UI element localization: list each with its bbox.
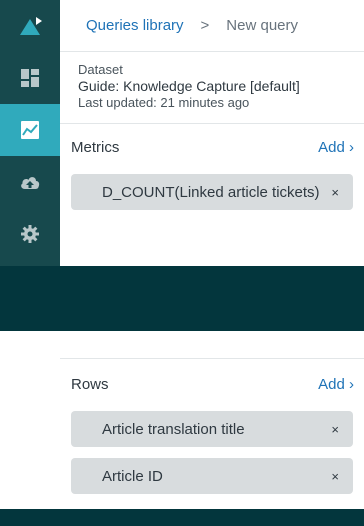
dataset-last-updated: Last updated: 21 minutes ago bbox=[78, 95, 250, 110]
sidebar-nav bbox=[0, 0, 60, 266]
footer-background bbox=[0, 509, 364, 526]
query-editor-panel: Queries library > New query Dataset Guid… bbox=[60, 0, 364, 266]
nav-item-queries[interactable] bbox=[0, 104, 60, 156]
dataset-name: Guide: Knowledge Capture [default] bbox=[78, 78, 300, 94]
close-icon[interactable]: × bbox=[331, 422, 339, 437]
logo-icon[interactable] bbox=[0, 0, 60, 52]
nav-item-dashboards[interactable] bbox=[0, 52, 60, 104]
row-pill-label: Article ID bbox=[102, 467, 163, 485]
divider bbox=[60, 358, 364, 359]
rows-panel: Rows Add › Article translation title × A… bbox=[0, 331, 364, 509]
breadcrumb: Queries library > New query bbox=[60, 0, 364, 52]
breadcrumb-queries-library-link[interactable]: Queries library bbox=[86, 17, 184, 34]
breadcrumb-current: New query bbox=[226, 17, 298, 34]
rows-header: Rows Add › bbox=[60, 362, 364, 406]
dataset-info: Dataset Guide: Knowledge Capture [defaul… bbox=[78, 62, 300, 111]
close-icon[interactable]: × bbox=[331, 185, 339, 200]
breadcrumb-separator: > bbox=[200, 17, 210, 34]
close-icon[interactable]: × bbox=[331, 469, 339, 484]
nav-item-upload[interactable] bbox=[0, 156, 60, 208]
row-pill-label: Article translation title bbox=[102, 420, 245, 438]
metric-pill[interactable]: D_COUNT(Linked article tickets) × bbox=[71, 174, 353, 210]
dataset-label: Dataset bbox=[78, 62, 123, 77]
nav-item-settings[interactable] bbox=[0, 208, 60, 260]
upload-icon bbox=[21, 177, 40, 189]
row-pill[interactable]: Article ID × bbox=[71, 458, 353, 494]
rows-title: Rows bbox=[71, 375, 109, 393]
queries-icon bbox=[21, 121, 39, 139]
metrics-title: Metrics bbox=[71, 138, 120, 156]
gear-icon bbox=[21, 225, 39, 243]
metrics-header: Metrics Add › bbox=[60, 125, 364, 169]
add-row-button[interactable]: Add › bbox=[318, 376, 354, 393]
row-pill[interactable]: Article translation title × bbox=[71, 411, 353, 447]
dashboard-icon bbox=[21, 69, 39, 87]
add-metric-button[interactable]: Add › bbox=[318, 139, 354, 156]
divider bbox=[60, 123, 364, 124]
metric-pill-label: D_COUNT(Linked article tickets) bbox=[102, 183, 320, 201]
